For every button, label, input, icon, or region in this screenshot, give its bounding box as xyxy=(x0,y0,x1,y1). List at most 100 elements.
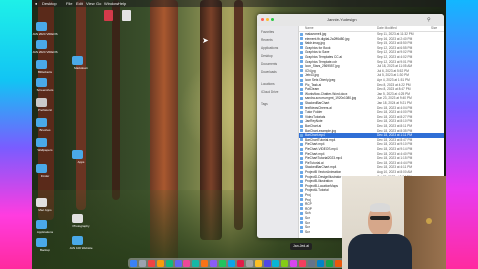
file-icon xyxy=(300,41,303,45)
column-header-size[interactable]: Size xyxy=(431,26,437,30)
dock-app-icon[interactable] xyxy=(281,259,289,267)
document-icon[interactable] xyxy=(122,10,131,21)
sidebar-item[interactable]: Applications xyxy=(261,46,278,50)
close-button[interactable] xyxy=(261,18,264,21)
desktop-icon-label[interactable]: Markdown xyxy=(68,66,94,70)
folder-icon[interactable] xyxy=(36,78,47,87)
menu-item[interactable]: File xyxy=(66,1,72,6)
file-date: Jun 23, 2023 at 9:40 PM xyxy=(377,96,412,101)
sidebar-item[interactable]: Recents xyxy=(261,38,273,42)
file-icon xyxy=(300,198,303,202)
file-icon xyxy=(300,170,303,174)
file-date: Dec 18, 2023 at 8:11 PM xyxy=(377,124,413,128)
sidebar-section-favorites: Favorites xyxy=(261,30,275,34)
folder-icon[interactable] xyxy=(36,238,47,247)
file-date: Dec 18, 2023 at 4:11 PM xyxy=(377,165,413,170)
desktop-icon-label[interactable]: JAN 100 Website xyxy=(68,246,94,250)
drive-icon[interactable] xyxy=(36,198,47,207)
folder-icon[interactable] xyxy=(36,22,47,31)
dock-app-icon[interactable] xyxy=(316,259,324,267)
folder-icon[interactable] xyxy=(72,150,83,159)
desktop-icon-label[interactable]: Wallpapers xyxy=(32,148,58,152)
sidebar-item[interactable]: Downloads xyxy=(261,70,277,74)
sidebar-item[interactable]: Desktop xyxy=(261,54,273,58)
file-icon xyxy=(300,138,303,142)
menu-item[interactable]: Help xyxy=(118,1,126,6)
dock-app-icon[interactable] xyxy=(334,259,342,267)
file-icon[interactable] xyxy=(36,98,47,107)
dock-app-icon[interactable] xyxy=(130,259,137,267)
file-icon xyxy=(300,221,303,225)
door-knob-icon xyxy=(426,218,432,224)
dock-app-icon[interactable] xyxy=(325,259,333,267)
desktop-icon-label[interactable]: Finder xyxy=(32,174,58,178)
drive-icon[interactable] xyxy=(72,214,83,223)
desktop-icon-label[interactable]: Apps xyxy=(68,160,94,164)
dock-app-icon[interactable] xyxy=(290,259,298,267)
file-icon xyxy=(300,216,303,220)
desktop-icon-label[interactable]: Mac Apps xyxy=(32,208,58,212)
dock-app-icon[interactable] xyxy=(156,259,164,267)
dock-app-icon[interactable] xyxy=(138,259,146,267)
folder-icon[interactable] xyxy=(36,60,47,69)
apple-icon[interactable]: ● xyxy=(35,1,37,6)
folder-icon[interactable] xyxy=(36,164,47,173)
column-header-name[interactable]: Name xyxy=(305,26,314,30)
desktop-icon-label[interactable]: Screenshots xyxy=(32,88,58,92)
sidebar-item[interactable]: iCloud Drive xyxy=(261,90,278,94)
minimize-button[interactable] xyxy=(266,18,269,21)
dock-app-icon[interactable] xyxy=(236,259,244,267)
menu-item[interactable]: Edit xyxy=(76,1,83,6)
dock-app-icon[interactable] xyxy=(174,259,182,267)
dock-app-icon[interactable] xyxy=(245,259,253,267)
dock-app-icon[interactable] xyxy=(227,259,235,267)
file-name: Graphics for Book xyxy=(305,45,331,50)
search-icon[interactable]: ⚲ xyxy=(427,17,431,23)
folder-icon[interactable] xyxy=(36,40,47,49)
file-date: Dec 18, 2023 at 4:44 PM xyxy=(377,160,413,165)
file-icon xyxy=(300,87,303,91)
dock-app-icon[interactable] xyxy=(210,259,218,267)
desktop-icon-label[interactable]: BibleFacts xyxy=(32,70,58,74)
menu-item[interactable]: Go xyxy=(96,1,101,6)
dock-app-icon[interactable] xyxy=(263,259,271,267)
folder-icon[interactable] xyxy=(36,220,47,229)
menu-app-name[interactable]: Desktop xyxy=(42,1,57,6)
file-date: Sep 12, 2023 at 6:55 PM xyxy=(377,45,413,50)
file-date: Dec 18, 2023 at 1:11 PM xyxy=(377,133,413,138)
folder-icon[interactable] xyxy=(36,118,47,127)
app-thumbnail-icon[interactable] xyxy=(104,10,113,21)
zoom-button[interactable] xyxy=(271,18,274,21)
folder-icon[interactable] xyxy=(72,56,83,65)
menu-item[interactable]: View xyxy=(86,1,95,6)
file-date: Dec 18, 2023 at 8:27 PM xyxy=(377,114,413,119)
dock-app-icon[interactable] xyxy=(308,259,315,267)
dock-app-icon[interactable] xyxy=(165,259,173,267)
desktop-icon-label[interactable]: Backup xyxy=(32,248,58,252)
dock-app-icon[interactable] xyxy=(201,259,209,267)
file-name: BarChart-example.jpg xyxy=(305,128,337,133)
file-name: BarChartTutorial.mp4 xyxy=(305,137,336,142)
file-icon xyxy=(300,60,303,64)
file-name: Graphics Template.cdr xyxy=(305,59,337,64)
menu-item[interactable]: Window xyxy=(104,1,118,6)
dock-app-icon[interactable] xyxy=(272,259,280,267)
dock-app-icon[interactable] xyxy=(192,259,200,267)
desktop-icon-label[interactable]: JAN 2024 VIDEOS xyxy=(32,50,58,54)
dock-app-icon[interactable] xyxy=(299,259,307,267)
folder-icon[interactable] xyxy=(72,236,83,245)
dock-app-icon[interactable] xyxy=(254,259,262,267)
dock-app-icon[interactable] xyxy=(219,259,226,267)
file-date: Sep 16, 2023 at 2:40 PM xyxy=(377,36,413,41)
desktop-icon-label[interactable]: JAN 2024 VIDEOS xyxy=(32,32,58,36)
desktop-icon-label[interactable]: Brushes xyxy=(32,128,58,132)
dock-app-icon[interactable] xyxy=(147,259,155,267)
folder-icon[interactable] xyxy=(36,138,47,147)
desktop-icon-label[interactable]: Prehistoric xyxy=(32,108,58,112)
file-name: flatdr.imag.jpg xyxy=(305,41,325,46)
dock-app-icon[interactable] xyxy=(183,259,191,267)
desktop-icon-label[interactable]: Applications xyxy=(32,230,58,234)
desktop-icon-label[interactable]: Photography xyxy=(68,224,94,228)
sidebar-item[interactable]: Documents xyxy=(261,62,277,66)
column-header-date[interactable]: Date Modified xyxy=(377,26,397,30)
